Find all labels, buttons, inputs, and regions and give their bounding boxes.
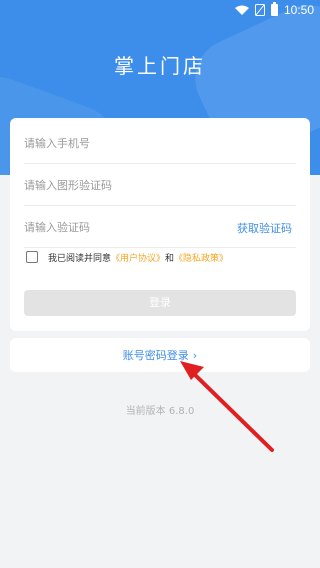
and-text: 和 [165, 253, 175, 264]
code-field[interactable]: 获取验证码 [24, 208, 296, 248]
status-bar: 10:50 [0, 0, 320, 20]
agreement-row: 我已阅读并同意 《用户协议》 和 《隐私政策》 [26, 249, 228, 265]
chevron-right-icon: › [192, 348, 198, 362]
password-login-button[interactable]: 账号密码登录 › [10, 338, 310, 372]
user-agreement-link[interactable]: 《用户协议》 [111, 251, 165, 264]
version-text: 当前版本 6.8.0 [125, 406, 195, 417]
status-time: 10:50 [283, 3, 314, 17]
login-card: 获取验证码 我已阅读并同意 《用户协议》 和 《隐私政策》 登录 [10, 118, 310, 331]
page-title: 掌上门店 [114, 54, 206, 78]
phone-field[interactable] [24, 124, 296, 164]
agree-checkbox[interactable] [26, 251, 38, 263]
password-login-label: 账号密码登录 [122, 349, 189, 362]
login-button[interactable]: 登录 [24, 290, 296, 316]
get-code-button[interactable]: 获取验证码 [237, 220, 292, 236]
captcha-field[interactable] [24, 166, 296, 206]
status-icons: 10:50 [234, 2, 314, 17]
agree-text: 我已阅读并同意 [48, 253, 112, 264]
battery-icon [270, 2, 278, 16]
wifi-icon [234, 5, 249, 15]
phone-input[interactable] [24, 137, 224, 150]
privacy-policy-link[interactable]: 《隐私政策》 [174, 251, 228, 264]
code-input[interactable] [24, 221, 224, 234]
captcha-input[interactable] [24, 179, 224, 192]
no-sim-icon [254, 4, 265, 16]
